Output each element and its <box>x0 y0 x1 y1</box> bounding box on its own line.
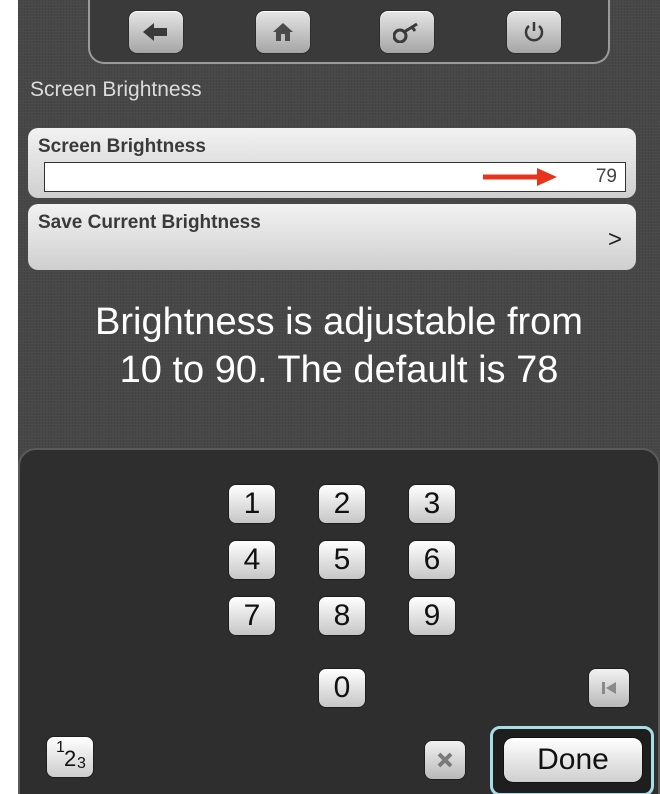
info-line-2: 10 to 90. The default is 78 <box>119 349 559 391</box>
chevron-right-icon: > <box>607 226 622 253</box>
brightness-value-field[interactable]: 79 <box>44 162 626 192</box>
close-icon <box>437 752 453 768</box>
mode-label-2: 2 <box>64 746 77 771</box>
power-button[interactable] <box>506 10 562 54</box>
key-4[interactable]: 4 <box>228 540 276 580</box>
page-title: Screen Brightness <box>30 78 202 101</box>
key-9[interactable]: 9 <box>408 596 456 636</box>
info-line-1: Brightness is adjustable from <box>95 301 583 343</box>
mode-label-3: 3 <box>77 755 86 772</box>
back-button[interactable] <box>128 10 184 54</box>
save-current-brightness-label: Save Current Brightness <box>38 212 261 233</box>
key-icon <box>393 22 418 43</box>
key-2[interactable]: 2 <box>318 484 366 524</box>
key-3[interactable]: 3 <box>408 484 456 524</box>
key-1[interactable]: 1 <box>228 484 276 524</box>
done-button[interactable]: Done <box>503 737 643 783</box>
back-arrow-icon <box>143 23 167 41</box>
screen-brightness-setting[interactable]: Screen Brightness 79 <box>28 128 636 198</box>
skip-back-button[interactable] <box>588 668 630 708</box>
key-0[interactable]: 0 <box>318 668 366 708</box>
screen-brightness-label: Screen Brightness <box>38 136 206 157</box>
done-highlight: Done <box>490 726 654 794</box>
key-button[interactable] <box>379 10 435 54</box>
save-current-brightness-item[interactable]: Save Current Brightness > <box>28 204 636 270</box>
key-5[interactable]: 5 <box>318 540 366 580</box>
home-icon <box>273 23 293 41</box>
power-icon <box>524 22 544 42</box>
red-arrow-icon <box>483 168 557 186</box>
skip-back-icon <box>602 682 616 694</box>
numeric-mode-button[interactable]: 1 2 3 <box>46 736 94 778</box>
clear-button[interactable] <box>424 740 466 780</box>
top-nav-bar <box>88 0 610 64</box>
key-6[interactable]: 6 <box>408 540 456 580</box>
home-button[interactable] <box>255 10 311 54</box>
key-8[interactable]: 8 <box>318 596 366 636</box>
numeric-keypad: 1 2 3 4 5 6 7 8 9 0 1 2 3 Done <box>18 448 660 794</box>
brightness-info-text: Brightness is adjustable from 10 to 90. … <box>18 298 660 394</box>
device-screen: Screen Brightness Screen Brightness 79 S… <box>18 0 660 794</box>
key-7[interactable]: 7 <box>228 596 276 636</box>
brightness-value: 79 <box>595 166 617 187</box>
